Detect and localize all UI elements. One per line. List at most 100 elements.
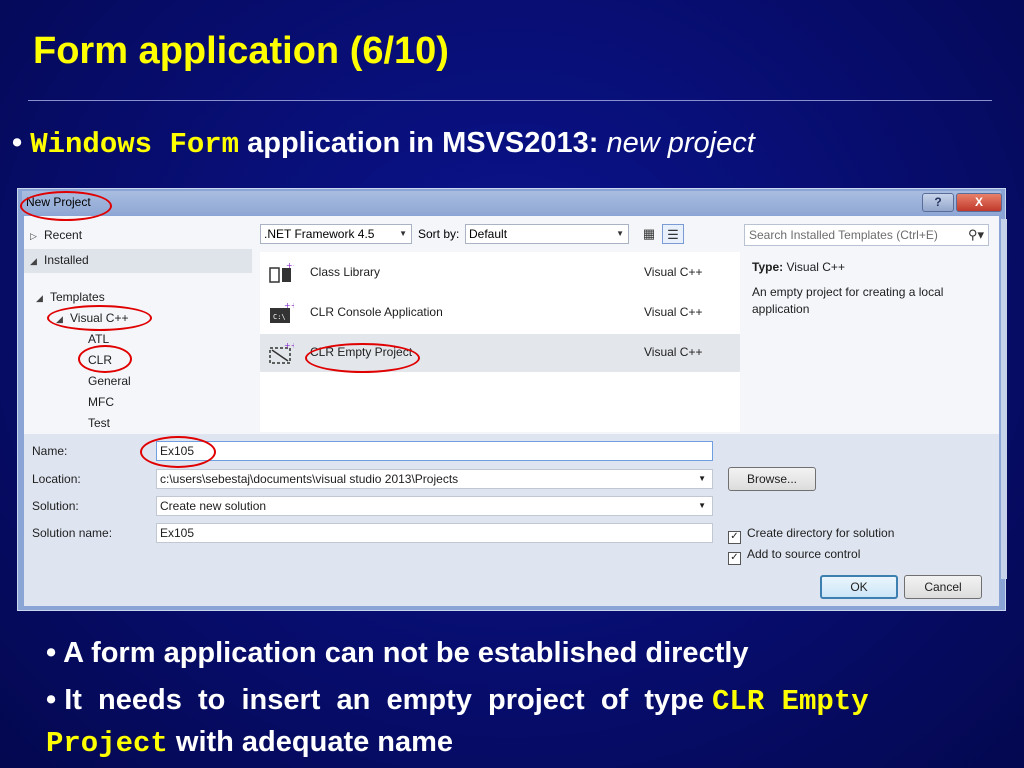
bullet-text: with adequate name: [167, 726, 454, 758]
svg-text:++: ++: [286, 262, 294, 270]
bullet-italic: new project: [606, 127, 755, 159]
sort-value: Default: [469, 227, 508, 241]
tree-label: Installed: [44, 253, 89, 267]
svg-text:++: ++: [284, 302, 294, 310]
tree-item-clr[interactable]: CLR: [88, 353, 112, 367]
collapse-arrow-icon: ◢: [56, 314, 63, 324]
list-icon: ☰: [667, 227, 679, 242]
type-label: Type:: [752, 260, 784, 274]
slide-title: Form application (6/10): [33, 30, 449, 72]
bullet-insert-empty-project-cont: Project with adequate name: [46, 725, 453, 761]
sort-label: Sort by:: [418, 227, 460, 241]
bullet-code: Windows Form: [30, 128, 240, 161]
collapse-arrow-icon: ◢: [30, 256, 37, 266]
location-input[interactable]: c:\users\sebestaj\documents\visual studi…: [156, 469, 713, 489]
chevron-down-icon: ▼: [616, 229, 624, 238]
solution-value: Create new solution: [160, 499, 267, 513]
name-input[interactable]: Ex105: [156, 441, 713, 461]
tree-item-mfc[interactable]: MFC: [88, 395, 114, 409]
bullet-marker: •: [46, 637, 57, 669]
checkmark-icon: ✓: [728, 552, 741, 565]
empty-project-icon: ++: [269, 342, 294, 364]
template-toolbar: .NET Framework 4.5 ▼ Sort by: Default ▼ …: [260, 224, 740, 248]
template-description: An empty project for creating a local ap…: [752, 285, 944, 316]
bullet-code: Project: [46, 727, 168, 760]
tree-item-installed[interactable]: ◢ Installed: [24, 249, 252, 273]
template-language: Visual C++: [644, 345, 703, 359]
template-name: Class Library: [310, 265, 381, 279]
solution-label: Solution:: [32, 499, 79, 513]
sort-select[interactable]: Default ▼: [465, 224, 629, 244]
small-icons-view-button[interactable]: ▦: [638, 224, 660, 244]
template-tree: ▷ Recent ◢ Installed ◢ Templates ◢ Visual C+…: [24, 216, 252, 432]
solution-name-label: Solution name:: [32, 526, 113, 540]
tree-label: Recent: [44, 228, 83, 242]
bullet-text: application in MSVS2013:: [239, 127, 607, 159]
list-view-button[interactable]: ☰: [662, 224, 684, 244]
title-divider: [28, 100, 992, 101]
close-button[interactable]: X: [956, 193, 1002, 212]
template-name: CLR Console Application: [310, 305, 443, 319]
ok-button[interactable]: OK: [820, 575, 898, 599]
dialog-title: New Project: [26, 195, 91, 209]
bullet-marker: •: [12, 127, 23, 159]
template-language: Visual C++: [644, 265, 703, 279]
tree-item-recent[interactable]: ▷ Recent: [30, 228, 82, 242]
dialog-body: ▷ Recent ◢ Installed ◢ Templates ◢ Visual C+…: [24, 216, 999, 606]
browse-button[interactable]: Browse...: [728, 467, 816, 491]
template-row-clr-console[interactable]: C:\ ++ CLR Console Application Visual C+…: [260, 294, 740, 332]
location-value: c:\users\sebestaj\documents\visual studi…: [160, 472, 459, 486]
console-app-icon: C:\ ++: [270, 302, 294, 323]
source-control-checkbox[interactable]: ✓ Add to source control: [728, 547, 860, 565]
dialog-titlebar: New Project ? X: [22, 191, 1002, 215]
tree-item-atl[interactable]: ATL: [88, 332, 109, 346]
framework-select[interactable]: .NET Framework 4.5 ▼: [260, 224, 412, 244]
solution-name-input[interactable]: Ex105: [156, 523, 713, 543]
tree-item-general[interactable]: General: [88, 374, 131, 388]
tree-item-visual-cpp[interactable]: ◢ Visual C++: [56, 311, 128, 325]
project-form: Name: Ex105 Location: c:\users\sebestaj\…: [24, 434, 999, 606]
checkbox-label: Create directory for solution: [747, 526, 895, 540]
search-placeholder: Search Installed Templates (Ctrl+E): [749, 228, 938, 242]
chevron-down-icon: ▼: [698, 501, 706, 510]
chevron-down-icon: ▼: [399, 229, 407, 238]
cancel-button[interactable]: Cancel: [904, 575, 982, 599]
chevron-down-icon: ▼: [698, 474, 706, 483]
location-label: Location:: [32, 472, 81, 486]
bullet-text: It needs to insert an empty project of t…: [64, 684, 713, 716]
name-label: Name:: [32, 444, 68, 458]
tree-item-test[interactable]: Test: [88, 416, 110, 430]
bullet-not-directly: • A form application can not be establis…: [46, 636, 749, 670]
template-row-class-library[interactable]: ++ Class Library Visual C++: [260, 254, 740, 292]
template-name: CLR Empty Project: [310, 345, 413, 359]
type-line: Type: Visual C++: [752, 260, 845, 274]
solution-select[interactable]: Create new solution ▼: [156, 496, 713, 516]
template-language: Visual C++: [644, 305, 703, 319]
class-library-icon: ++: [269, 262, 294, 283]
search-input[interactable]: Search Installed Templates (Ctrl+E) ⚲▾: [744, 224, 989, 246]
tree-item-templates[interactable]: ◢ Templates: [36, 290, 105, 304]
svg-text:++: ++: [284, 342, 294, 350]
template-row-clr-empty[interactable]: ++ CLR Empty Project Visual C++: [260, 334, 740, 372]
bullet-windows-form: • Windows Form application in MSVS2013: …: [12, 126, 755, 162]
tree-label: Templates: [50, 290, 105, 304]
bullet-marker: •: [46, 684, 57, 716]
svg-text:C:\: C:\: [273, 313, 286, 321]
bullet-text: A form application can not be establishe…: [63, 637, 749, 669]
collapse-arrow-icon: ◢: [36, 293, 43, 303]
type-value: Visual C++: [786, 260, 845, 274]
tree-label: Visual C++: [70, 311, 129, 325]
search-icon[interactable]: ⚲▾: [968, 225, 984, 245]
new-project-dialog: New Project ? X ▷ Recent ◢ Installed ◢ Temp…: [17, 188, 1007, 611]
checkbox-label: Add to source control: [747, 547, 861, 561]
help-button[interactable]: ?: [922, 193, 954, 212]
template-details: Search Installed Templates (Ctrl+E) ⚲▾ T…: [742, 216, 999, 432]
dialog-scrollbar[interactable]: [1001, 219, 1007, 579]
framework-value: .NET Framework 4.5: [264, 227, 375, 241]
expand-arrow-icon: ▷: [30, 231, 37, 241]
grid-icon: ▦: [642, 226, 656, 241]
template-list: ++ Class Library Visual C++ C:\ ++ CLR C…: [260, 252, 740, 432]
bullet-code: CLR Empty: [712, 685, 869, 718]
bullet-insert-empty-project: • It needs to insert an empty project of…: [46, 683, 869, 719]
create-directory-checkbox[interactable]: ✓ Create directory for solution: [728, 526, 894, 544]
